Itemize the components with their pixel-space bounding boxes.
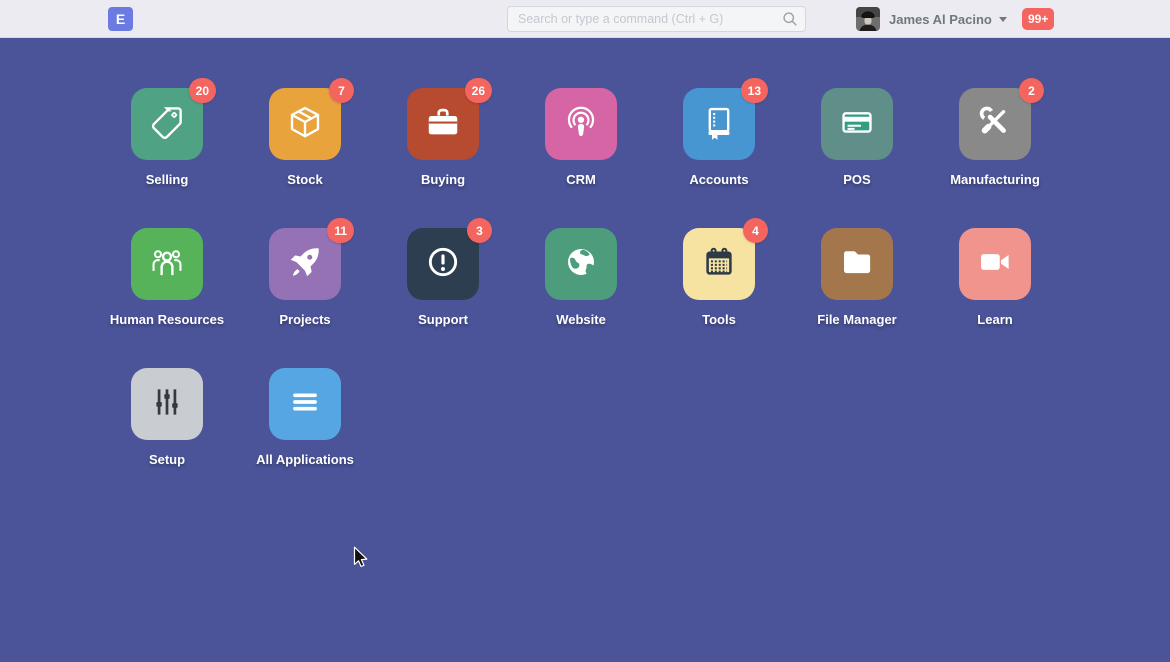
top-navbar: E James Al Pacino 99+ — [0, 0, 1170, 38]
folder-icon — [838, 243, 876, 286]
app-tile-crm[interactable]: CRM — [512, 88, 650, 189]
app-logo[interactable]: E — [108, 7, 133, 31]
notification-count-badge: 4 — [743, 218, 768, 243]
app-tile-learn[interactable]: Learn — [926, 228, 1064, 329]
credit-card-icon — [838, 103, 876, 146]
app-tile-file-manager[interactable]: File Manager — [788, 228, 926, 329]
app-grid: 20 Selling 7 Stock 26 Buying CRM 13 Acco… — [0, 38, 1072, 508]
app-tile-accounts[interactable]: 13 Accounts — [650, 88, 788, 189]
notification-count-badge: 3 — [467, 218, 492, 243]
app-label: Manufacturing — [950, 172, 1040, 187]
notification-count-badge: 7 — [329, 78, 354, 103]
app-tile-setup[interactable]: Setup — [98, 368, 236, 469]
user-name: James Al Pacino — [889, 12, 992, 27]
app-label: CRM — [566, 172, 596, 187]
notification-count-badge: 11 — [327, 218, 354, 243]
notification-count-badge: 13 — [741, 78, 768, 103]
app-tile-pos[interactable]: POS — [788, 88, 926, 189]
app-label: Human Resources — [110, 312, 224, 327]
notifications-badge[interactable]: 99+ — [1022, 8, 1054, 30]
app-tile-buying[interactable]: 26 Buying — [374, 88, 512, 189]
search-icon[interactable] — [780, 9, 800, 29]
app-label: Setup — [149, 452, 185, 467]
mouse-cursor — [353, 546, 369, 570]
app-label: All Applications — [256, 452, 354, 467]
app-tile-all-applications[interactable]: All Applications — [236, 368, 374, 469]
rocket-icon — [286, 243, 324, 286]
notification-count-badge: 26 — [465, 78, 492, 103]
app-tile-stock[interactable]: 7 Stock — [236, 88, 374, 189]
app-tile-projects[interactable]: 11 Projects — [236, 228, 374, 329]
user-menu[interactable]: James Al Pacino — [856, 0, 1007, 38]
app-tile-selling[interactable]: 20 Selling — [98, 88, 236, 189]
app-label: Stock — [287, 172, 322, 187]
briefcase-icon — [424, 103, 462, 146]
app-tile-human-resources[interactable]: Human Resources — [98, 228, 236, 329]
search-input[interactable] — [507, 6, 806, 32]
sliders-icon — [148, 383, 186, 426]
calendar-icon — [700, 243, 738, 286]
app-label: Learn — [977, 312, 1012, 327]
app-label: Website — [556, 312, 606, 327]
app-label: Tools — [702, 312, 736, 327]
notification-count-badge: 20 — [189, 78, 216, 103]
app-tile-support[interactable]: 3 Support — [374, 228, 512, 329]
tag-icon — [148, 103, 186, 146]
user-avatar — [856, 7, 880, 31]
app-tile-manufacturing[interactable]: 2 Manufacturing — [926, 88, 1064, 189]
people-icon — [148, 243, 186, 286]
alert-circle-icon — [424, 243, 462, 286]
app-label: Buying — [421, 172, 465, 187]
menu-icon — [286, 383, 324, 426]
app-label: Selling — [146, 172, 189, 187]
wrench-screwdriver-icon — [976, 103, 1014, 146]
app-tile-website[interactable]: Website — [512, 228, 650, 329]
chevron-down-icon — [999, 17, 1007, 22]
app-label: Support — [418, 312, 468, 327]
video-camera-icon — [976, 243, 1014, 286]
app-label: POS — [843, 172, 870, 187]
broadcast-icon — [562, 103, 600, 146]
app-label: Projects — [279, 312, 330, 327]
globe-icon — [562, 243, 600, 286]
ledger-icon — [700, 103, 738, 146]
app-label: File Manager — [817, 312, 896, 327]
app-tile-tools[interactable]: 4 Tools — [650, 228, 788, 329]
notification-count-badge: 2 — [1019, 78, 1044, 103]
app-label: Accounts — [689, 172, 748, 187]
global-search — [507, 6, 806, 32]
box-icon — [286, 103, 324, 146]
